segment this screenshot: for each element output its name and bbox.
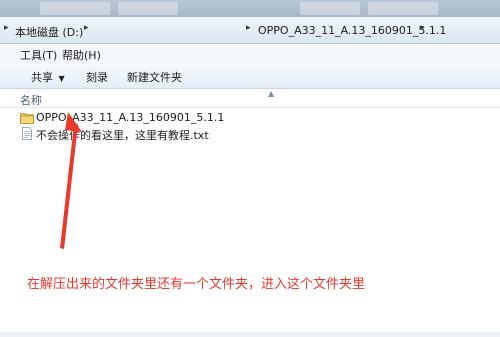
annotation-text: 在解压出来的文件夹里还有一个文件夹，进入这个文件夹里 xyxy=(27,277,366,292)
status-strip xyxy=(0,332,500,337)
